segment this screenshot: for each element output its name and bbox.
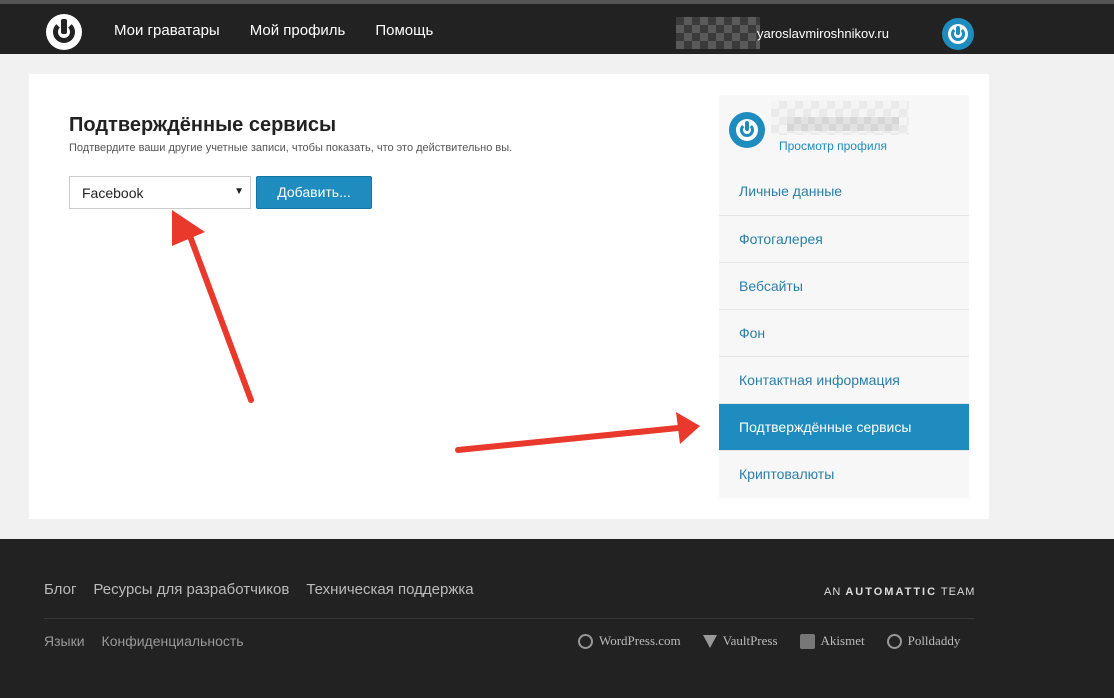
partner-vaultpress[interactable]: VaultPress [702, 633, 778, 649]
main-card: Подтверждённые сервисы Подтвердите ваши … [29, 74, 989, 519]
view-profile-link[interactable]: Просмотр профиля [779, 139, 887, 153]
partner-wordpress[interactable]: WordPress.com [578, 633, 681, 649]
sidebar-item-contact-info[interactable]: Контактная информация [719, 356, 969, 403]
page-subtitle: Подтвердите ваши другие учетные записи, … [69, 142, 513, 154]
automattic-name: AUTOMATTIC [845, 586, 938, 598]
partner-polldaddy[interactable]: Polldaddy [886, 633, 961, 649]
akismet-icon [799, 633, 815, 649]
gravatar-logo-icon[interactable] [46, 14, 82, 50]
partner-links: WordPress.com VaultPress Akismet Polldad… [578, 633, 960, 649]
footer-link-dev-resources[interactable]: Ресурсы для разработчиков [93, 581, 289, 598]
profile-sidebar: Просмотр профиля Личные данные Фотогалер… [719, 95, 969, 498]
username-link[interactable]: yaroslavmiroshnikov.ru [757, 26, 889, 41]
footer-link-support[interactable]: Техническая поддержка [306, 581, 473, 598]
partner-label: Polldaddy [907, 633, 961, 648]
footer-link-privacy[interactable]: Конфиденциальность [102, 633, 244, 649]
pixelated-name-redaction-2 [787, 117, 899, 131]
top-navigation-bar: Мои граватары Мой профиль Помощь yarosla… [0, 0, 1114, 54]
partner-label: VaultPress [722, 633, 778, 648]
sidebar-item-websites[interactable]: Вебсайты [719, 262, 969, 309]
footer-divider [44, 618, 974, 619]
dropdown-caret-icon: ▼ [234, 186, 244, 197]
add-service-button[interactable]: Добавить... [256, 176, 372, 209]
nav-my-gravatars[interactable]: Мои граватары [114, 22, 220, 39]
pixelated-email-redaction [676, 17, 760, 49]
partner-label: Akismet [820, 633, 865, 648]
vaultpress-icon [702, 634, 717, 648]
sidebar-item-cryptocurrencies[interactable]: Криптовалюты [719, 450, 969, 497]
profile-avatar-icon[interactable] [729, 112, 765, 148]
service-select-value: Facebook [82, 185, 144, 201]
sidebar-item-photo-gallery[interactable]: Фотогалерея [719, 215, 969, 262]
sidebar-item-verified-services[interactable]: Подтверждённые сервисы [719, 403, 969, 450]
automattic-suffix: TEAM [940, 586, 976, 598]
nav-my-profile[interactable]: Мой профиль [250, 22, 346, 39]
service-select[interactable]: Facebook ▼ [69, 176, 251, 209]
user-avatar-icon[interactable] [942, 18, 974, 50]
sidebar-item-background[interactable]: Фон [719, 309, 969, 356]
footer: Блог Ресурсы для разработчиков Техническ… [0, 539, 1114, 698]
sidebar-menu: Личные данные Фотогалерея Вебсайты Фон К… [719, 168, 969, 497]
nav-help[interactable]: Помощь [375, 22, 433, 39]
partner-label: WordPress.com [599, 633, 681, 648]
automattic-prefix: AN [824, 586, 842, 598]
wordpress-icon [578, 633, 593, 649]
footer-secondary-links: Языки Конфиденциальность [44, 633, 244, 649]
footer-link-blog[interactable]: Блог [44, 581, 76, 598]
footer-primary-links: Блог Ресурсы для разработчиков Техническ… [44, 581, 474, 598]
footer-link-languages[interactable]: Языки [44, 633, 85, 649]
partner-akismet[interactable]: Akismet [799, 633, 865, 649]
page-title: Подтверждённые сервисы [69, 114, 337, 136]
automattic-team-logo[interactable]: AN AUTOMATTIC TEAM [824, 586, 975, 598]
polldaddy-icon [886, 633, 902, 649]
sidebar-item-personal-data[interactable]: Личные данные [719, 168, 969, 215]
main-nav: Мои граватары Мой профиль Помощь [114, 22, 433, 39]
